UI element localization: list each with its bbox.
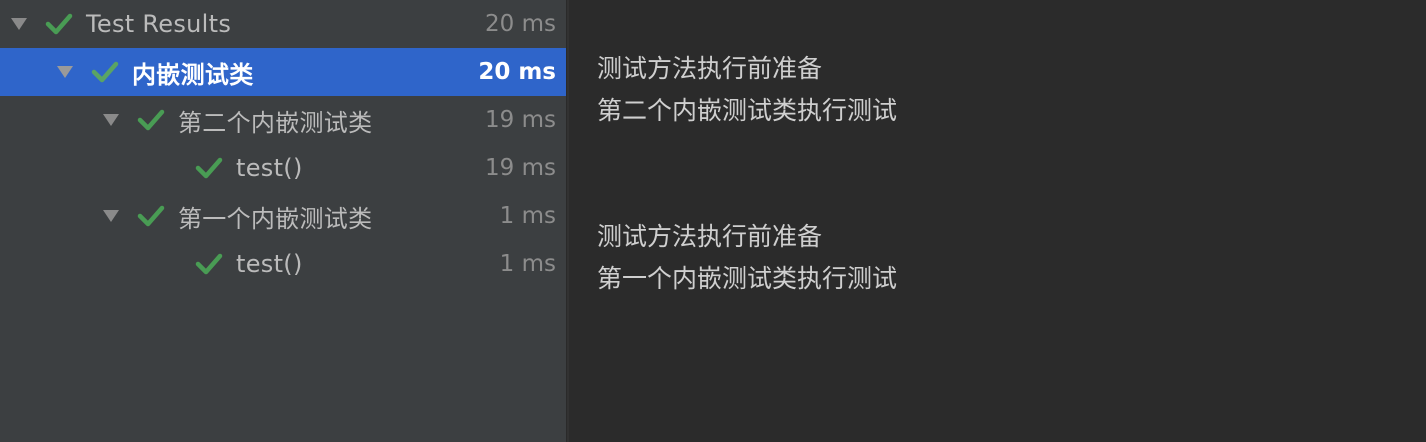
expand-triangle-icon[interactable]	[8, 13, 30, 35]
passed-check-icon	[136, 108, 166, 132]
duration: 1 ms	[499, 203, 556, 229]
tree-item-first-nested-class[interactable]: 第一个内嵌测试类 1 ms	[0, 192, 566, 240]
console-spacer	[597, 132, 1426, 216]
tree-item-nested-test-class[interactable]: 内嵌测试类 20 ms	[0, 48, 566, 96]
expand-triangle-icon[interactable]	[100, 205, 122, 227]
test-results-tree: Test Results 20 ms 内嵌测试类 20 ms 第二个内嵌测试类 …	[0, 0, 566, 442]
tree-item-test-method[interactable]: test() 19 ms	[0, 144, 566, 192]
duration: 20 ms	[478, 59, 556, 85]
expand-triangle-icon[interactable]	[54, 61, 76, 83]
console-line: 第一个内嵌测试类执行测试	[597, 264, 898, 293]
tree-item-second-nested-class[interactable]: 第二个内嵌测试类 19 ms	[0, 96, 566, 144]
console-line: 测试方法执行前准备	[597, 54, 823, 83]
passed-check-icon	[90, 60, 120, 84]
passed-check-icon	[194, 156, 224, 180]
duration: 20 ms	[485, 11, 556, 37]
passed-check-icon	[136, 204, 166, 228]
test-runner-window: Test Results 20 ms 内嵌测试类 20 ms 第二个内嵌测试类 …	[0, 0, 1426, 442]
tree-item-test-method[interactable]: test() 1 ms	[0, 240, 566, 288]
console-output: 测试方法执行前准备 第二个内嵌测试类执行测试 测试方法执行前准备 第一个内嵌测试…	[569, 0, 1426, 442]
console-line: 第二个内嵌测试类执行测试	[597, 96, 898, 125]
passed-check-icon	[194, 252, 224, 276]
expand-triangle-icon[interactable]	[100, 109, 122, 131]
console-line: 测试方法执行前准备	[597, 222, 823, 251]
duration: 19 ms	[485, 155, 556, 181]
tree-item-test-results[interactable]: Test Results 20 ms	[0, 0, 566, 48]
duration: 19 ms	[485, 107, 556, 133]
duration: 1 ms	[499, 251, 556, 277]
passed-check-icon	[44, 12, 74, 36]
